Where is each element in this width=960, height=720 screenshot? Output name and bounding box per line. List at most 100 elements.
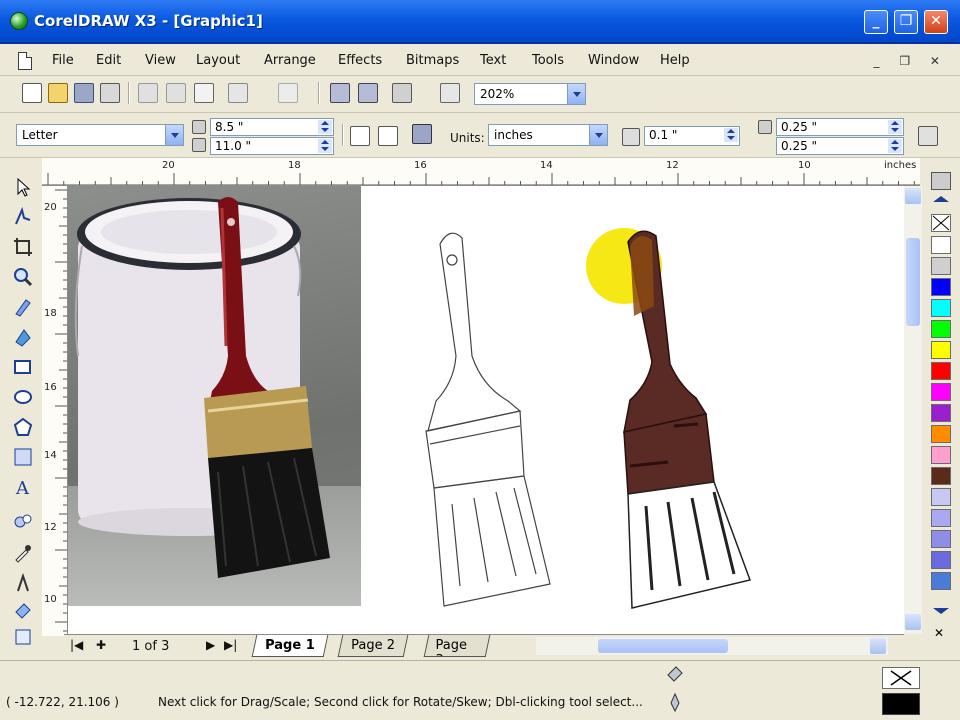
zoom-level-select[interactable]: 202% bbox=[474, 83, 586, 105]
horizontal-scrollbar[interactable] bbox=[536, 637, 888, 655]
no-color-swatch[interactable] bbox=[931, 214, 951, 232]
close-button[interactable]: ✕ bbox=[924, 10, 948, 34]
color-swatch[interactable] bbox=[931, 446, 951, 464]
cut-icon[interactable] bbox=[138, 83, 158, 103]
color-swatch[interactable] bbox=[931, 572, 951, 590]
vertical-scrollbar[interactable] bbox=[904, 186, 922, 634]
chevron-down-icon[interactable] bbox=[567, 84, 585, 104]
duplicate-y-input[interactable]: 0.25 " bbox=[776, 137, 904, 155]
minimize-button[interactable]: _ bbox=[864, 10, 888, 34]
options-grid-icon[interactable] bbox=[918, 126, 938, 146]
palette-scroll-up-icon[interactable] bbox=[933, 196, 949, 202]
color-swatch[interactable] bbox=[931, 341, 951, 359]
color-swatch[interactable] bbox=[931, 467, 951, 485]
paste-icon[interactable] bbox=[194, 83, 214, 103]
color-swatch[interactable] bbox=[931, 551, 951, 569]
zoom-tool-icon[interactable] bbox=[12, 266, 34, 288]
palette-options-icon[interactable] bbox=[931, 172, 951, 190]
page-tab-3[interactable]: Page 3 bbox=[423, 635, 491, 657]
menu-text[interactable]: Text bbox=[480, 53, 506, 68]
scroll-down-icon[interactable] bbox=[905, 614, 921, 630]
redo-icon[interactable] bbox=[278, 83, 298, 103]
paper-height-input[interactable]: 11.0 " bbox=[210, 137, 334, 155]
new-document-icon[interactable] bbox=[22, 83, 42, 103]
chevron-down-icon[interactable] bbox=[165, 125, 183, 145]
menu-edit[interactable]: Edit bbox=[96, 53, 121, 68]
shape-tool-icon[interactable] bbox=[12, 206, 34, 228]
smart-fill-tool-icon[interactable] bbox=[12, 326, 34, 348]
corel-online-icon[interactable] bbox=[440, 83, 460, 103]
document-icon[interactable] bbox=[18, 52, 32, 70]
menu-arrange[interactable]: Arrange bbox=[264, 53, 316, 68]
color-swatch[interactable] bbox=[931, 257, 951, 275]
color-swatch[interactable] bbox=[931, 383, 951, 401]
menu-view[interactable]: View bbox=[145, 53, 176, 68]
vertical-scroll-thumb[interactable] bbox=[906, 238, 920, 326]
spinner-arrows-icon[interactable] bbox=[888, 139, 902, 153]
portrait-orientation-icon[interactable] bbox=[350, 126, 370, 146]
color-swatch[interactable] bbox=[931, 425, 951, 443]
restore-button[interactable]: ❐ bbox=[894, 10, 918, 34]
scroll-up-icon[interactable] bbox=[905, 188, 921, 204]
pick-tool-icon[interactable] bbox=[12, 176, 34, 198]
paper-width-input[interactable]: 8.5 " bbox=[210, 118, 334, 136]
menu-effects[interactable]: Effects bbox=[338, 53, 382, 68]
page-tab-1[interactable]: Page 1 bbox=[251, 635, 328, 657]
text-tool-icon[interactable]: A bbox=[12, 476, 34, 498]
open-folder-icon[interactable] bbox=[48, 83, 68, 103]
rectangle-tool-icon[interactable] bbox=[12, 356, 34, 378]
spinner-arrows-icon[interactable] bbox=[318, 139, 332, 153]
import-icon[interactable] bbox=[330, 83, 350, 103]
chevron-down-icon[interactable] bbox=[589, 125, 607, 145]
color-swatch[interactable] bbox=[931, 488, 951, 506]
application-launcher-icon[interactable] bbox=[392, 83, 412, 103]
color-swatch[interactable] bbox=[931, 509, 951, 527]
color-swatch[interactable] bbox=[931, 278, 951, 296]
add-page-icon[interactable]: ✚ bbox=[96, 638, 106, 652]
scroll-right-icon[interactable] bbox=[870, 638, 886, 654]
polygon-tool-icon[interactable] bbox=[12, 416, 34, 438]
paper-type-select[interactable]: Letter bbox=[16, 124, 184, 146]
drawing-canvas[interactable] bbox=[68, 186, 904, 634]
spinner-arrows-icon[interactable] bbox=[888, 120, 902, 134]
fill-color-indicator[interactable] bbox=[882, 667, 920, 689]
color-swatch[interactable] bbox=[931, 299, 951, 317]
color-swatch[interactable] bbox=[931, 236, 951, 254]
last-page-button[interactable]: ▶| bbox=[224, 638, 237, 652]
first-page-button[interactable]: |◀ bbox=[70, 638, 83, 652]
crop-tool-icon[interactable] bbox=[12, 236, 34, 258]
basic-shapes-tool-icon[interactable] bbox=[12, 446, 34, 468]
horizontal-scroll-thumb[interactable] bbox=[598, 639, 728, 653]
copy-icon[interactable] bbox=[166, 83, 186, 103]
menu-help[interactable]: Help bbox=[660, 53, 690, 68]
export-icon[interactable] bbox=[358, 83, 378, 103]
landscape-orientation-icon[interactable] bbox=[378, 126, 398, 146]
palette-flyout-icon[interactable]: ✕ bbox=[934, 626, 944, 640]
freehand-tool-icon[interactable] bbox=[12, 296, 34, 318]
undo-icon[interactable] bbox=[228, 83, 248, 103]
document-window-controls[interactable]: _ ❐ ✕ bbox=[874, 54, 948, 68]
all-pages-icon[interactable] bbox=[412, 124, 432, 144]
nudge-offset-input[interactable]: 0.1 " bbox=[644, 126, 740, 146]
menu-tools[interactable]: Tools bbox=[532, 53, 564, 68]
color-swatch[interactable] bbox=[931, 362, 951, 380]
duplicate-x-input[interactable]: 0.25 " bbox=[776, 118, 904, 136]
interactive-fill-tool-icon[interactable] bbox=[12, 626, 34, 648]
color-swatch[interactable] bbox=[931, 530, 951, 548]
next-page-button[interactable]: ▶ bbox=[206, 638, 215, 652]
palette-scroll-down-icon[interactable] bbox=[933, 608, 949, 614]
page-tab-2[interactable]: Page 2 bbox=[337, 635, 409, 657]
menu-file[interactable]: File bbox=[52, 53, 74, 68]
horizontal-ruler[interactable]: 20 18 16 14 12 10 inches bbox=[42, 158, 920, 186]
menu-bitmaps[interactable]: Bitmaps bbox=[406, 53, 459, 68]
outline-tool-icon[interactable] bbox=[12, 572, 34, 594]
color-swatch[interactable] bbox=[931, 404, 951, 422]
menu-window[interactable]: Window bbox=[588, 53, 639, 68]
spinner-arrows-icon[interactable] bbox=[318, 120, 332, 134]
units-select[interactable]: inches bbox=[488, 124, 608, 146]
fill-tool-icon[interactable] bbox=[12, 600, 34, 622]
outline-color-indicator[interactable] bbox=[882, 693, 920, 715]
color-swatch[interactable] bbox=[931, 320, 951, 338]
vertical-ruler[interactable]: 20 18 16 14 12 10 bbox=[42, 186, 68, 636]
eyedropper-tool-icon[interactable] bbox=[12, 542, 34, 564]
